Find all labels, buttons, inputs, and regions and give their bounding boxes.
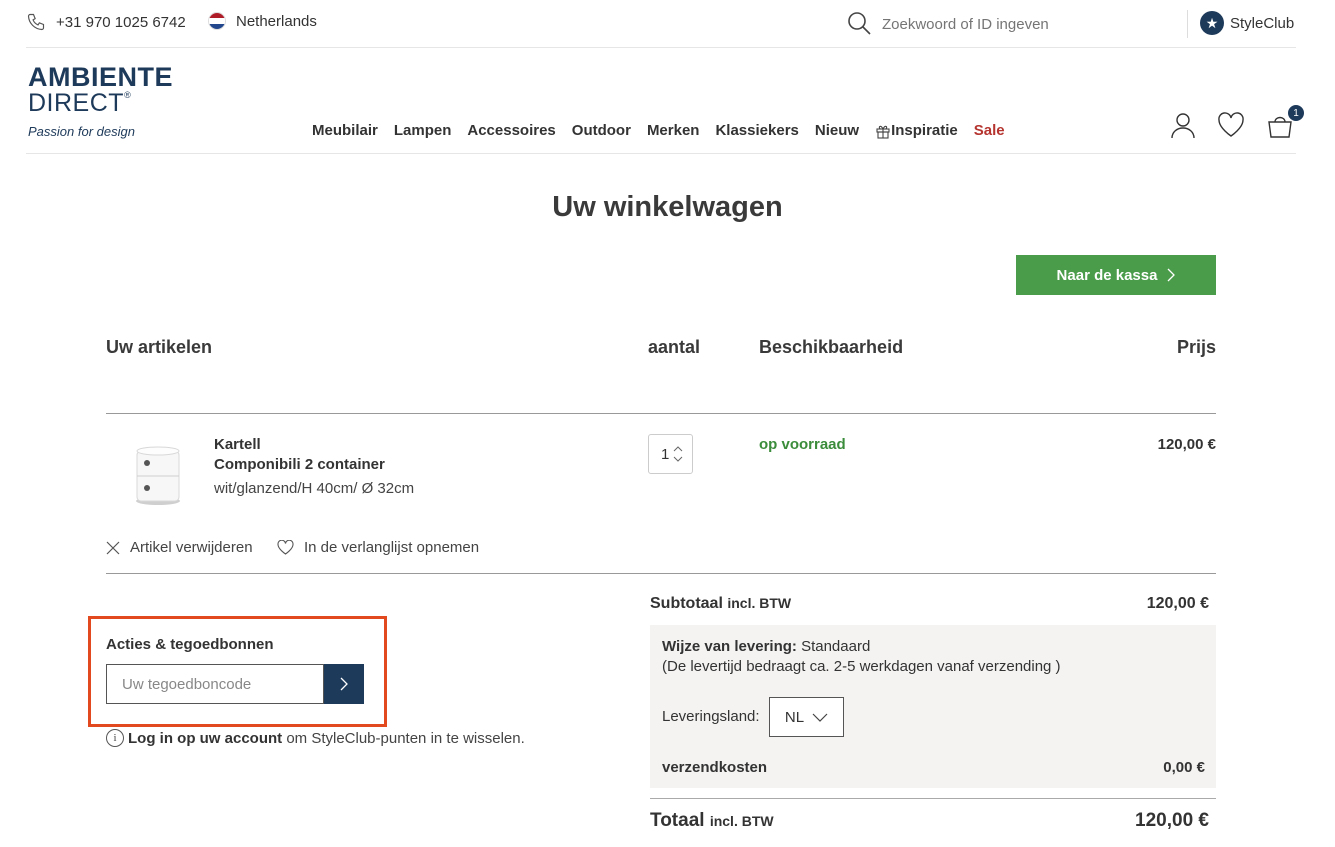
- nav-item-inspiratie[interactable]: Inspiratie: [875, 122, 958, 139]
- total-value: 120,00 €: [1135, 810, 1209, 831]
- logo-line1: AMBIENTE: [28, 62, 173, 92]
- chevron-right-icon: [1167, 268, 1176, 282]
- wishlist-heart-icon[interactable]: [1217, 112, 1245, 143]
- nav-item-klassiekers[interactable]: Klassiekers: [715, 122, 798, 139]
- netherlands-flag-icon: [208, 12, 226, 30]
- total-label: Totaal incl. BTW: [650, 810, 774, 831]
- col-header-articles: Uw artikelen: [106, 337, 213, 357]
- item-price: 120,00 €: [1157, 436, 1216, 453]
- stepper-arrows[interactable]: [673, 446, 683, 462]
- country-label: Netherlands: [236, 12, 317, 30]
- nav-item-meubilair[interactable]: Meubilair: [312, 122, 378, 139]
- main-nav: Meubilair Lampen Accessoires Outdoor Mer…: [312, 122, 1021, 139]
- col-header-availability: Beschikbaarheid: [759, 337, 904, 357]
- nav-item-lampen[interactable]: Lampen: [394, 122, 452, 139]
- product-brand: Kartell: [214, 436, 261, 453]
- country-selector[interactable]: Netherlands: [208, 12, 317, 30]
- shipping-label: verzendkosten: [662, 759, 768, 776]
- logo[interactable]: AMBIENTE DIRECT® Passion for design: [28, 62, 173, 140]
- styleclub-label: StyleClub: [1230, 14, 1295, 32]
- checkout-label: Naar de kassa: [1056, 266, 1158, 284]
- search-input[interactable]: [882, 12, 1182, 36]
- quantity-value: 1: [661, 445, 670, 463]
- styleclub-link[interactable]: ★ StyleClub: [1200, 11, 1294, 35]
- divider: [1187, 10, 1188, 38]
- divider: [650, 798, 1216, 799]
- search-icon[interactable]: [846, 10, 872, 41]
- quantity-stepper[interactable]: 1: [648, 434, 693, 474]
- styleclub-star-icon: ★: [1200, 11, 1224, 35]
- nav-item-outdoor[interactable]: Outdoor: [572, 122, 631, 139]
- phone-contact[interactable]: +31 970 1025 6742: [26, 12, 186, 32]
- availability-status: op voorraad: [759, 436, 846, 453]
- remove-item-link[interactable]: Artikel verwijderen: [106, 539, 253, 556]
- top-bar: +31 970 1025 6742 Netherlands ★ StyleClu…: [26, 0, 1296, 48]
- page-title: Uw winkelwagen: [552, 191, 783, 223]
- delivery-country-select[interactable]: NL: [769, 697, 844, 737]
- chevron-up-icon[interactable]: [673, 446, 683, 452]
- country-label: Leveringsland:: [662, 708, 760, 725]
- account-icon[interactable]: [1169, 111, 1197, 144]
- nav-item-accessoires[interactable]: Accessoires: [467, 122, 555, 139]
- coupon-code-input[interactable]: [106, 664, 324, 704]
- login-hint-text: om StyleClub-punten in te wisselen.: [282, 729, 525, 747]
- phone-icon: [27, 13, 45, 31]
- checkout-button[interactable]: Naar de kassa: [1016, 255, 1216, 295]
- chevron-down-icon: [812, 713, 828, 722]
- product-image[interactable]: [128, 443, 188, 507]
- product-variant: wit/glanzend/H 40cm/ Ø 32cm: [214, 480, 415, 497]
- logo-tagline: Passion for design: [28, 124, 135, 139]
- heart-icon: [277, 540, 294, 555]
- divider: [106, 573, 1216, 574]
- delivery-method: Wijze van levering: Standaard: [662, 638, 871, 655]
- col-header-price: Prijs: [1176, 337, 1216, 357]
- nav-item-nieuw[interactable]: Nieuw: [815, 122, 859, 139]
- phone-number: +31 970 1025 6742: [56, 13, 186, 31]
- divider: [106, 413, 1216, 414]
- delivery-note: (De levertijd bedraagt ca. 2-5 werkdagen…: [662, 658, 1061, 675]
- col-header-quantity: aantal: [648, 337, 701, 357]
- shipping-value: 0,00 €: [1163, 759, 1205, 776]
- close-icon: [106, 541, 120, 554]
- subtotal-value: 120,00 €: [1146, 595, 1209, 612]
- info-icon: i: [106, 729, 124, 747]
- coupon-submit-button[interactable]: [324, 664, 364, 704]
- gift-icon: [876, 125, 890, 139]
- nav-item-sale[interactable]: Sale: [974, 122, 1005, 139]
- chevron-right-icon: [340, 677, 348, 691]
- promo-title: Acties & tegoedbonnen: [106, 636, 274, 653]
- delivery-country-value: NL: [784, 708, 805, 726]
- login-link[interactable]: Log in op uw account: [128, 730, 282, 747]
- main-header: AMBIENTE DIRECT® Passion for design Meub…: [26, 49, 1304, 154]
- logo-line2: DIRECT®: [28, 89, 132, 117]
- nav-item-merken[interactable]: Merken: [647, 122, 700, 139]
- product-name[interactable]: Componibili 2 container: [214, 456, 385, 473]
- add-to-wishlist-link[interactable]: In de verlanglijst opnemen: [277, 539, 479, 556]
- cart-count-badge: 1: [1288, 105, 1304, 121]
- chevron-down-icon[interactable]: [673, 456, 683, 462]
- subtotal-label: Subtotaal incl. BTW: [650, 595, 792, 612]
- styleclub-login-hint: i Log in op uw account om StyleClub-punt…: [106, 729, 525, 747]
